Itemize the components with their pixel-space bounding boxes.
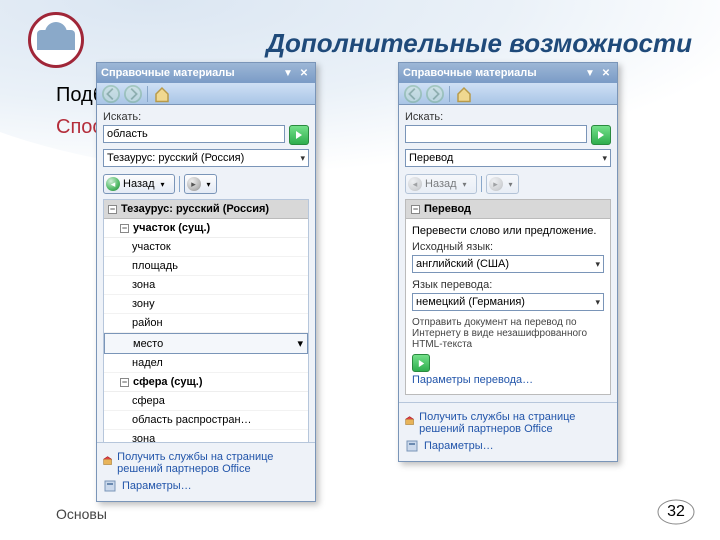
collapse-icon[interactable]: −: [120, 378, 129, 387]
research-pane-translate: Справочные материалы ▼ ✕ Искать: Перевод…: [398, 62, 618, 462]
marketplace-icon: [405, 416, 414, 430]
slide-title: Дополнительные возможности: [266, 28, 692, 59]
footer-text: Основы: [56, 506, 107, 522]
research-pane-thesaurus: Справочные материалы ▼ ✕ Искать: Тезауру…: [96, 62, 316, 502]
pane-menu-button[interactable]: ▼: [281, 66, 295, 80]
back-arrow-icon: ◂: [408, 177, 422, 191]
back-button[interactable]: ◂ Назад ▾: [103, 174, 175, 194]
pane-footer: Получить службы на странице решений парт…: [399, 402, 617, 461]
home-icon[interactable]: [152, 85, 172, 103]
chevron-down-icon: ▾: [595, 259, 600, 270]
results-list: − Тезаурус: русский (Россия) − участок (…: [103, 199, 309, 455]
result-group-0[interactable]: − участок (сущ.): [104, 219, 308, 238]
pane-title: Справочные материалы: [101, 67, 235, 79]
search-input[interactable]: [103, 125, 285, 143]
nav-back-icon[interactable]: [403, 85, 423, 103]
search-label: Искать:: [405, 111, 611, 123]
chevron-down-icon[interactable]: ▾: [506, 180, 516, 189]
pane-toolbar: [399, 83, 617, 105]
collapse-icon[interactable]: −: [411, 205, 420, 214]
result-item[interactable]: область распростран…: [104, 411, 308, 430]
forward-arrow-icon: ▸: [187, 177, 201, 191]
scope-value: Перевод: [409, 152, 453, 164]
chevron-down-icon: ▾: [300, 153, 305, 164]
src-lang-label: Исходный язык:: [412, 241, 604, 253]
translation-options-link[interactable]: Параметры перевода…: [412, 372, 604, 388]
pane-title: Справочные материалы: [403, 67, 537, 79]
scope-select[interactable]: Тезаурус: русский (Россия) ▾: [103, 149, 309, 167]
chevron-down-icon[interactable]: ▾: [297, 337, 303, 350]
translate-hint: Перевести слово или предложение.: [412, 225, 604, 237]
get-services-link[interactable]: Получить службы на странице решений парт…: [405, 409, 611, 437]
result-item[interactable]: зона: [104, 276, 308, 295]
get-services-link[interactable]: Получить службы на странице решений парт…: [103, 449, 309, 477]
dst-lang-select[interactable]: немецкий (Германия) ▾: [412, 293, 604, 311]
scope-value: Тезаурус: русский (Россия): [107, 152, 244, 164]
options-icon: [405, 439, 419, 453]
pane-footer: Получить службы на странице решений парт…: [97, 442, 315, 501]
chevron-down-icon[interactable]: ▾: [460, 180, 470, 189]
scope-select[interactable]: Перевод ▾: [405, 149, 611, 167]
chevron-down-icon[interactable]: ▾: [204, 180, 214, 189]
search-go-button[interactable]: [591, 125, 611, 145]
src-lang-select[interactable]: английский (США) ▾: [412, 255, 604, 273]
result-item[interactable]: надел: [104, 354, 308, 373]
research-options-link[interactable]: Параметры…: [103, 477, 309, 495]
nav-fwd-icon[interactable]: [425, 85, 445, 103]
research-options-link[interactable]: Параметры…: [405, 437, 611, 455]
close-icon[interactable]: ✕: [297, 66, 311, 80]
university-logo: [28, 12, 84, 68]
search-input[interactable]: [405, 125, 587, 143]
result-item[interactable]: район: [104, 314, 308, 333]
send-translate-button[interactable]: [412, 354, 430, 372]
home-icon[interactable]: [454, 85, 474, 103]
forward-button[interactable]: ▸ ▾: [486, 174, 519, 194]
result-item-selected[interactable]: место ▾: [104, 333, 308, 354]
pane-toolbar: [97, 83, 315, 105]
nav-back-icon[interactable]: [101, 85, 121, 103]
send-note: Отправить документ на перевод по Интерне…: [412, 317, 604, 350]
chevron-down-icon[interactable]: ▾: [158, 180, 168, 189]
close-icon[interactable]: ✕: [599, 66, 613, 80]
search-go-button[interactable]: [289, 125, 309, 145]
pane-menu-button[interactable]: ▼: [583, 66, 597, 80]
collapse-icon[interactable]: −: [120, 224, 129, 233]
forward-button[interactable]: ▸ ▾: [184, 174, 217, 194]
search-label: Искать:: [103, 111, 309, 123]
result-item[interactable]: сфера: [104, 392, 308, 411]
options-icon: [103, 479, 117, 493]
back-arrow-icon: ◂: [106, 177, 120, 191]
back-button[interactable]: ◂ Назад ▾: [405, 174, 477, 194]
marketplace-icon: [103, 456, 112, 470]
dst-lang-label: Язык перевода:: [412, 279, 604, 291]
chevron-down-icon: ▾: [595, 297, 600, 308]
nav-fwd-icon[interactable]: [123, 85, 143, 103]
pane-titlebar[interactable]: Справочные материалы ▼ ✕: [399, 63, 617, 83]
translate-section-header[interactable]: − Перевод: [405, 199, 611, 219]
collapse-icon[interactable]: −: [108, 205, 117, 214]
translate-block: Перевести слово или предложение. Исходны…: [405, 219, 611, 395]
result-item[interactable]: площадь: [104, 257, 308, 276]
chevron-down-icon: ▾: [602, 153, 607, 164]
result-item[interactable]: участок: [104, 238, 308, 257]
forward-arrow-icon: ▸: [489, 177, 503, 191]
results-header[interactable]: − Тезаурус: русский (Россия): [104, 200, 308, 219]
result-item[interactable]: зону: [104, 295, 308, 314]
result-group-1[interactable]: − сфера (сущ.): [104, 373, 308, 392]
pane-titlebar[interactable]: Справочные материалы ▼ ✕: [97, 63, 315, 83]
page-number: 32: [656, 498, 696, 526]
